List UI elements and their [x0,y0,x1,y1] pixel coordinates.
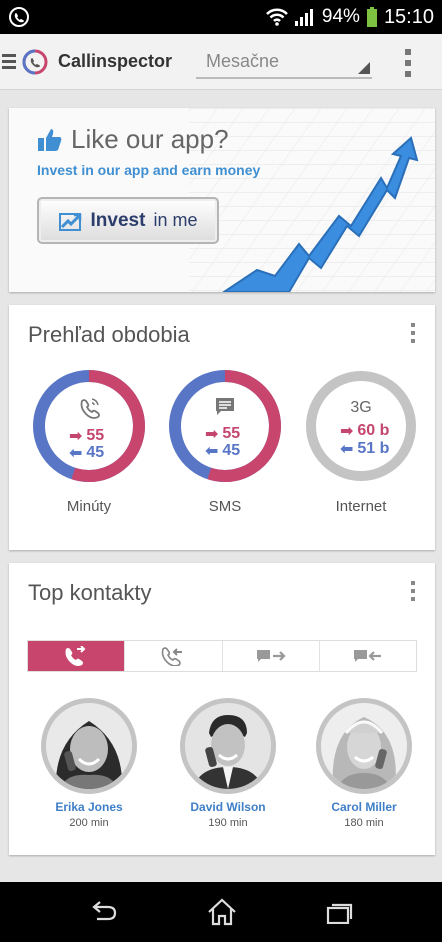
period-value: Mesačne [206,51,280,71]
contacts-title: Top kontakty [28,580,152,605]
contacts-menu-icon[interactable] [411,581,415,601]
avatar [316,698,412,794]
in-arrow-icon: ⬅ [205,443,219,460]
invest-button[interactable]: Invest in me [37,197,219,244]
sms-outgoing-icon [256,650,286,662]
top-contacts-card: Top kontakty Erika Jones 200 min David W… [9,563,435,855]
contact-minutes: 200 min [69,817,109,829]
promo-title-row: Like our app? [37,124,229,155]
period-dropdown[interactable]: Mesačne [196,45,372,79]
battery-percent: 94% [321,6,360,27]
contact-item[interactable]: Erika Jones 200 min [39,698,139,829]
chart-up-icon [58,212,81,231]
tab-all-calls[interactable] [28,641,126,671]
network-type-label: 3G [350,399,372,416]
contact-item[interactable]: David Wilson 190 min [178,698,278,829]
period-overview-card: Prehľad obdobia ➡ 55 ⬅ 45 Minúty ➡ 55 ⬅ … [9,305,435,550]
recent-apps-icon[interactable] [326,900,354,924]
back-icon[interactable] [88,901,118,923]
in-arrow-icon: ⬅ [69,445,83,462]
phone-icon [33,397,145,424]
overview-title: Prehľad obdobia [28,322,190,347]
call-incoming-icon [162,647,183,666]
contacts-filter-tabs [27,640,417,672]
app-bar: Callinspector Mesačne [0,34,442,90]
dropdown-triangle-icon [358,62,370,74]
contact-item[interactable]: Carol Miller 180 min [314,698,414,829]
tab-received-sms[interactable] [320,641,416,671]
overview-menu-icon[interactable] [411,323,415,343]
invest-promo-card: Like our app? Invest in our app and earn… [9,108,435,292]
message-icon [169,397,281,422]
invest-button-strong: Invest [90,209,146,231]
overflow-menu-icon[interactable] [405,49,411,77]
sms-incoming-icon [353,650,381,662]
status-bar: 94% 15:10 [0,0,442,34]
call-both-icon [65,646,86,666]
internet-label: Internet [335,498,387,515]
wifi-icon [266,8,288,26]
avatar [180,698,276,794]
minutes-in-value: 45 [86,444,105,461]
out-arrow-icon: ➡ [340,423,354,440]
app-logo-icon [22,49,48,74]
contact-name: Erika Jones [55,800,123,814]
invest-button-light: in me [153,210,198,230]
contact-minutes: 180 min [344,817,384,829]
in-arrow-icon: ⬅ [340,441,354,458]
thumbs-up-icon [38,128,62,151]
promo-title: Like our app? [71,124,229,154]
contact-name: David Wilson [190,800,266,814]
signal-icon [294,9,313,26]
battery-icon [366,7,377,27]
minutes-label: Minúty [66,498,112,515]
system-nav-bar [0,882,442,942]
avatar [41,698,137,794]
contact-name: Carol Miller [331,800,397,814]
home-icon[interactable] [207,898,237,926]
sms-label: SMS [208,498,242,515]
clock: 15:10 [383,5,434,28]
internet-out-value: 60 b [357,422,390,439]
call-recorder-icon [9,7,29,27]
internet-in-value: 51 b [357,440,390,457]
tab-incoming-calls[interactable] [125,641,223,671]
tab-sent-sms[interactable] [223,641,320,671]
contact-minutes: 190 min [208,817,248,829]
drawer-menu-icon[interactable] [2,54,16,69]
promo-subtitle: Invest in our app and earn money [37,162,261,178]
sms-in-value: 45 [222,442,241,459]
app-title: Callinspector [58,51,173,71]
